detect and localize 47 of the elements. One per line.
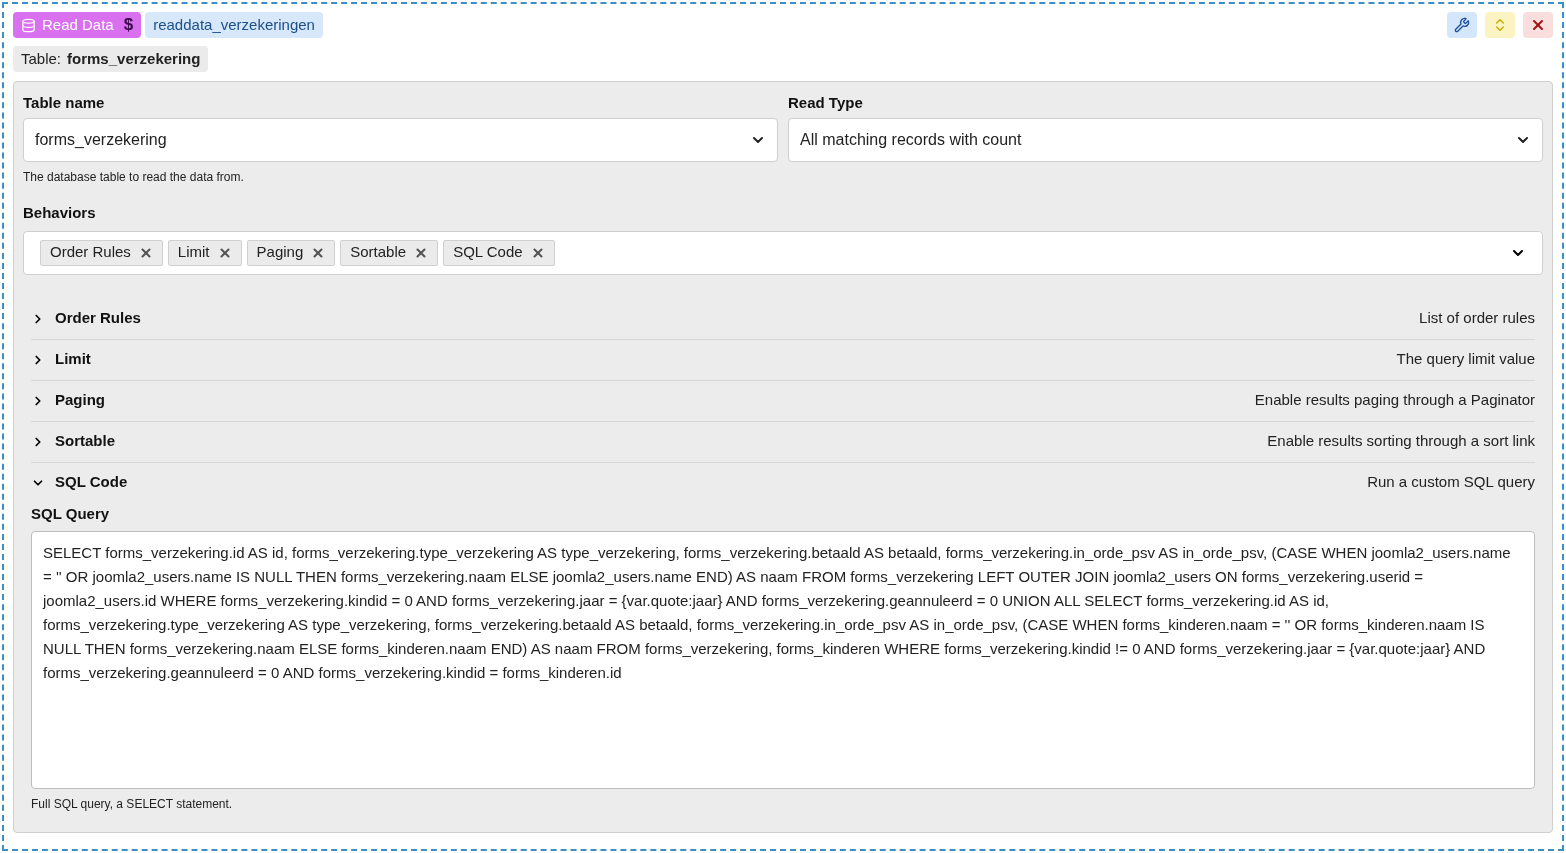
select-value: All matching records with count (800, 130, 1023, 150)
badge-label: Read Data (42, 14, 114, 35)
help-text: The database table to read the data from. (23, 169, 245, 186)
section-header[interactable]: SQL Code Run a custom SQL query (31, 462, 1535, 503)
help-text: Full SQL query, a SELECT statement. (31, 796, 234, 813)
section-header[interactable]: Sortable Enable results sorting through a sort link (31, 421, 1535, 462)
close-icon (1530, 17, 1546, 33)
select-field[interactable]: forms_verzekering (23, 118, 778, 162)
name-badge: readdata_verzekeringen (145, 12, 323, 38)
section-description: The query limit value (1396, 349, 1535, 370)
section-description: Enable results paging through a Paginator (1254, 390, 1535, 411)
remove-icon[interactable] (217, 245, 232, 260)
remove-icon[interactable] (311, 245, 326, 260)
section-title: Sortable (55, 431, 115, 452)
section-description: List of order rules (1419, 308, 1535, 329)
field-label: Read Type (788, 93, 864, 112)
remove-icon[interactable] (414, 245, 429, 260)
database-icon (21, 17, 36, 33)
remove-icon[interactable] (138, 245, 153, 260)
tag-label: Limit (177, 242, 210, 263)
tag-label: Sortable (350, 242, 407, 263)
tag-label: Order Rules (50, 242, 131, 263)
close-button[interactable] (1523, 12, 1553, 38)
tag-label: Paging (256, 242, 304, 263)
field-label: Behaviors (23, 203, 97, 223)
table-label: Table: (21, 48, 62, 69)
select-field[interactable]: All matching records with count (788, 118, 1543, 162)
dollar-symbol: $ (123, 14, 134, 37)
wrench-icon (1454, 17, 1470, 33)
remove-icon[interactable] (530, 245, 545, 260)
section-header[interactable]: Limit The query limit value (31, 339, 1535, 380)
section-description: Run a custom SQL query (1367, 472, 1535, 493)
section-title: Limit (55, 349, 91, 370)
section-description: Enable results sorting through a sort link (1267, 431, 1535, 452)
table-value: forms_verzekering (67, 48, 201, 69)
settings-button[interactable] (1447, 12, 1477, 38)
sql-query-field[interactable]: SELECT forms_verzekering.id AS id, forms_verzekering.type_verzekering AS type_verzekering, forms_verzekering.betaald AS betaald, forms_verzekering.in_orde_psv AS in_orde_psv, (CASE WHEN joomla2_users.name = '' OR joomla2_users.name IS NULL THEN forms_verzekering.naam ELSE joomla2_users.name END) AS naam FROM forms_verzekering LEFT OUTER JOIN joomla2_users ON forms_verzekering.userid = joomla2_users.id WHERE forms_verzekering.kindid = 0 AND forms_verzekering.jaar = {var.quote:jaar} AND forms_verzekering.geannuleerd = 0 UNION ALL SELECT forms_verzekering.id AS id, forms_verzekering.type_verzekering AS type_verzekering, forms_verzekering.betaald AS betaald, forms_verzekering.in_orde_psv AS in_orde_psv, (CASE WHEN forms_kinderen.naam = '' OR forms_kinderen.naam IS NULL THEN forms_verzekering.naam ELSE forms_kinderen.naam END) AS naam FROM forms_verzekering, forms_kinderen WHERE forms_verzekering.kindid != 0 AND forms_verzekering.jaar = {var.quote:jaar} AND forms_verzekering.geannuleerd = 0 AND forms_verzekering.kindid = forms_kinderen.id (31, 531, 1535, 789)
section-title: SQL Code (55, 472, 128, 493)
field-label: Table name (23, 93, 106, 112)
section-header[interactable]: Order Rules List of order rules (31, 298, 1535, 339)
section-title: Order Rules (55, 308, 141, 329)
section-title: Paging (55, 390, 105, 411)
section-header[interactable]: Paging Enable results paging through a Paginator (31, 380, 1535, 421)
field-label: SQL Query (31, 503, 111, 524)
behaviors-field[interactable]: Order Rules Limit Paging Sortable SQL Code (23, 230, 1543, 275)
select-value: forms_verzekering (35, 130, 168, 150)
tag-label: SQL Code (453, 242, 523, 263)
